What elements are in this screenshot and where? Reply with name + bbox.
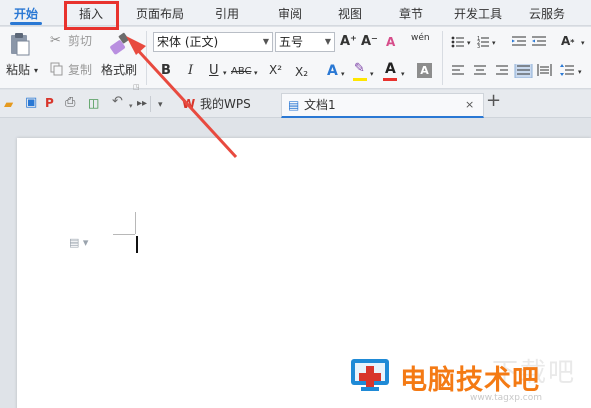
watermark-logo-icon xyxy=(351,359,389,391)
watermark-brand-text: 电脑技术吧 xyxy=(400,365,540,396)
watermark-site-text: www.tagxp.com xyxy=(470,393,542,403)
wps-writer-window: 开始 插入 页面布局 引用 审阅 视图 章节 开发工具 云服务 粘贴 ▾ ✂ 剪… xyxy=(0,0,591,408)
annotation-arrow-icon xyxy=(126,36,238,159)
